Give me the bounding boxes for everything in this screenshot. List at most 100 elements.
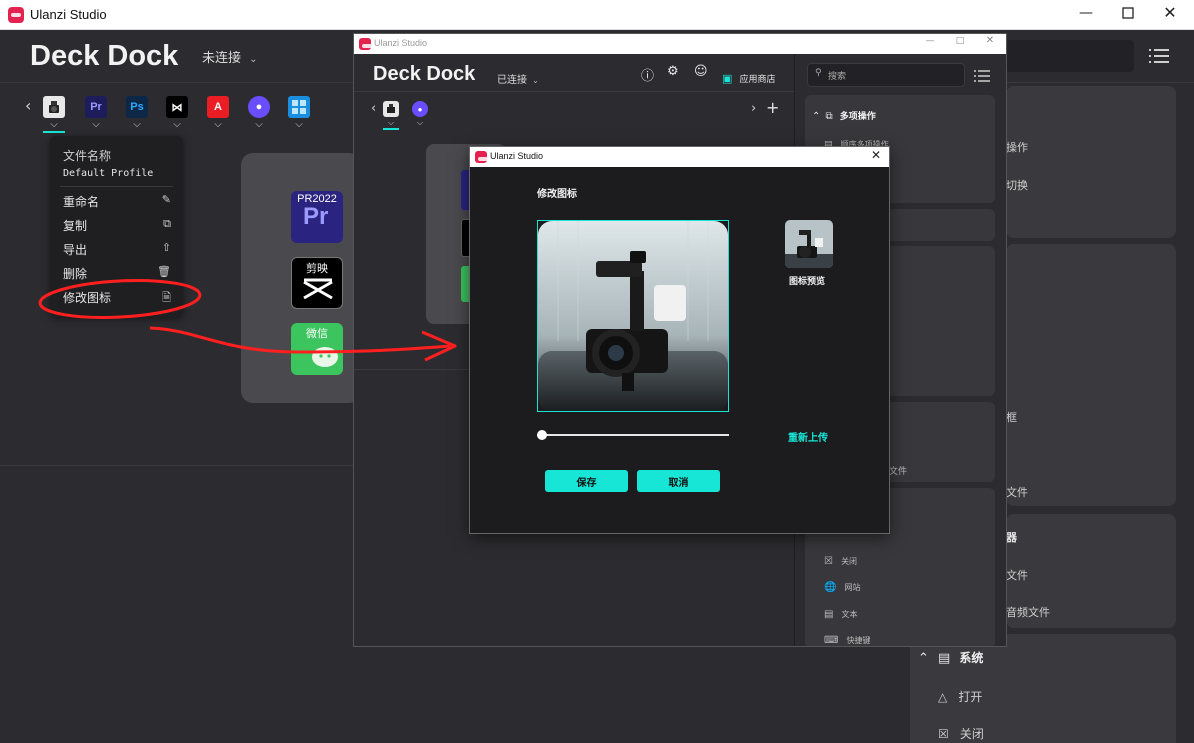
second-window-title: Ulanzi Studio (374, 38, 428, 48)
connection-status: 未连接 (202, 51, 242, 66)
profile-adobe-icon[interactable]: A (207, 96, 229, 118)
menu-item-export[interactable]: 导出 ⇧ (50, 239, 183, 261)
chevron-down-icon[interactable]: ⌵ (380, 118, 402, 128)
system-section-header[interactable]: ⌃ ▤ 系统 (918, 647, 983, 666)
list-view-icon[interactable] (974, 68, 990, 87)
side-item: 文件 (889, 467, 908, 477)
close-button[interactable]: ✕ (982, 35, 998, 46)
globe-icon: 🌐 (824, 582, 837, 593)
user-icon[interactable]: ☺ (694, 64, 708, 79)
side-item: 切换 (1006, 179, 1028, 192)
profiles-prev-button[interactable]: ‹ (371, 101, 376, 116)
edit-icon: ✎ (161, 193, 171, 206)
action-item-website[interactable]: 🌐 网站 (824, 575, 861, 594)
deck-key-capcut[interactable]: 剪映 (291, 257, 343, 309)
header-divider (354, 91, 794, 92)
profiles-prev-button[interactable]: ‹ (25, 96, 31, 115)
gear-icon[interactable]: ⚙ (667, 64, 679, 79)
cancel-button[interactable]: 取消 (637, 470, 720, 492)
deck-key-wechat[interactable]: 微信 (291, 323, 343, 375)
text-icon: ▤ (824, 609, 834, 620)
keyboard-icon: ⌨ (824, 635, 839, 646)
file-name-label: 文件名称 (63, 149, 112, 163)
profiles-next-button[interactable]: › (751, 101, 756, 116)
side-item: 操作 (1006, 141, 1028, 154)
maximize-button[interactable]: □ (952, 36, 968, 46)
chevron-down-icon[interactable]: ⌵ (126, 119, 148, 130)
close-box-icon: ☒ (824, 556, 833, 567)
profile-capcut-icon[interactable]: ⋈ (166, 96, 188, 118)
dialog-close-button[interactable]: ✕ (868, 148, 884, 162)
search-input[interactable]: ⚲ 搜索 (807, 63, 965, 87)
dialog-titlebar: Ulanzi Studio ✕ (470, 147, 889, 167)
body-divider (354, 369, 470, 370)
slider-track (537, 434, 729, 436)
slider-thumb[interactable] (537, 430, 547, 440)
profile-photoshop-icon[interactable]: Ps (126, 96, 148, 118)
chevron-down-icon[interactable]: ⌵ (43, 119, 65, 130)
icon-crop-area[interactable] (537, 220, 729, 412)
trash-icon: 🗑 (157, 265, 171, 278)
camera-photo (538, 221, 728, 411)
export-icon: ⇧ (161, 241, 171, 254)
system-item-open[interactable]: △ 打开 (938, 686, 982, 705)
side-item: 文件 (1006, 486, 1028, 499)
chevron-up-icon: ⌃ (918, 651, 929, 666)
zoom-slider[interactable] (537, 429, 729, 441)
side-item: 音频文件 (1006, 606, 1050, 619)
action-item-close[interactable]: ☒ 关闭 (824, 549, 857, 568)
minimize-button[interactable]: — (1074, 5, 1098, 21)
system-item-close[interactable]: ☒ 关闭 (938, 723, 984, 742)
menu-item-change-icon[interactable]: 修改图标 🗎 (50, 287, 183, 309)
add-profile-button[interactable]: + (766, 98, 779, 117)
reupload-link[interactable]: 重新上传 (788, 429, 828, 444)
side-card (1006, 244, 1176, 506)
profile-ulanzi-icon[interactable]: ● (412, 101, 428, 117)
profile-context-menu: 文件名称 Default Profile 重命名 ✎ 复制 ⧉ 导出 ⇧ 删除 … (50, 136, 183, 317)
menu-item-copy[interactable]: 复制 ⧉ (50, 215, 183, 237)
menu-item-rename[interactable]: 重命名 ✎ (50, 191, 183, 213)
side-item: 文件 (1006, 569, 1028, 582)
dialog-heading: 修改图标 (537, 189, 577, 200)
stack-icon: ⧉ (825, 111, 833, 122)
chevron-down-icon[interactable]: ⌵ (207, 119, 229, 130)
premiere-icon: Pr (303, 203, 329, 230)
file-icon: 🗎 (162, 291, 171, 304)
side-card (1006, 86, 1176, 238)
profile-ulanzi-icon[interactable]: ● (248, 96, 270, 118)
chevron-down-icon[interactable]: ⌵ (288, 119, 310, 130)
launch-icon: △ (938, 690, 948, 704)
chevron-down-icon[interactable]: ⌵ (409, 118, 431, 128)
multi-action-header[interactable]: ⌃ ⧉ 多项操作 (812, 104, 876, 123)
maximize-button[interactable] (1116, 4, 1140, 23)
chevron-up-icon: ⌃ (812, 111, 821, 122)
connection-dropdown[interactable]: 未连接 ⌄ (202, 47, 258, 66)
copy-icon: ⧉ (163, 217, 171, 230)
close-button[interactable]: ✕ (1158, 3, 1182, 22)
app-logo-icon (8, 7, 24, 23)
store-icon: ▣ (722, 72, 733, 85)
save-button[interactable]: 保存 (545, 470, 628, 492)
monitor-icon: ▤ (938, 651, 951, 666)
action-item-hotkey[interactable]: ⌨ 快捷键 (824, 628, 871, 646)
deck-key-premiere[interactable]: PR2022 Pr (291, 191, 343, 243)
side-item: 框 (1006, 411, 1017, 424)
chevron-down-icon[interactable]: ⌵ (248, 119, 270, 130)
connection-dropdown[interactable]: 已连接 ⌄ (497, 68, 539, 87)
chevron-down-icon[interactable]: ⌵ (166, 119, 188, 130)
app-store-button[interactable]: ▣ 应用商店 (722, 67, 776, 86)
list-view-icon[interactable] (1148, 47, 1170, 65)
search-icon: ⚲ (815, 68, 822, 78)
dialog-title: Ulanzi Studio (490, 151, 544, 161)
action-item-text[interactable]: ▤ 文本 (824, 602, 858, 621)
chevron-down-icon[interactable]: ⌵ (85, 119, 107, 130)
minimize-button[interactable]: — (922, 36, 938, 46)
profile-camera-icon[interactable] (383, 101, 399, 117)
menu-item-delete[interactable]: 删除 🗑 (50, 263, 183, 285)
profile-camera-icon[interactable] (43, 96, 65, 118)
help-icon[interactable]: ⓘ (641, 65, 654, 84)
side-item: 器 (1006, 531, 1017, 544)
profile-premiere-icon[interactable]: Pr (85, 96, 107, 118)
profile-windows-icon[interactable] (288, 96, 310, 118)
main-titlebar: Ulanzi Studio — ✕ (0, 0, 1194, 30)
